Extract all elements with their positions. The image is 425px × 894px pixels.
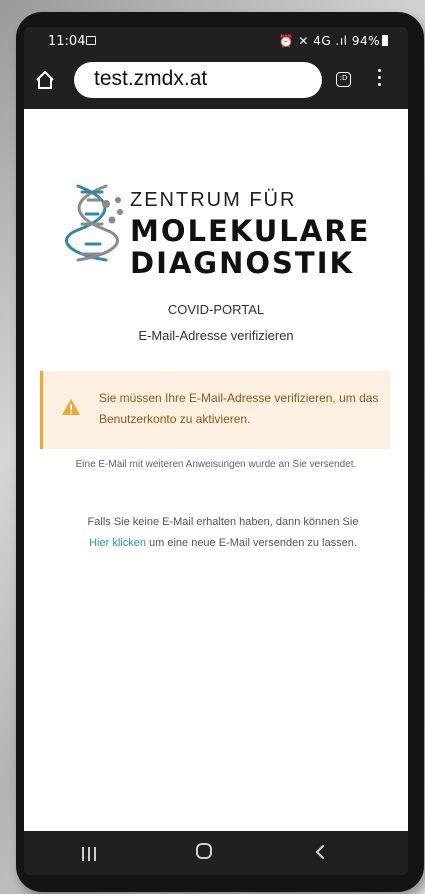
logo-text-line2: MOLEKULARE — [130, 214, 371, 248]
battery-icon — [382, 35, 388, 46]
browser-toolbar: test.zmdx.at :D — [24, 59, 408, 105]
back-icon[interactable] — [314, 843, 326, 861]
tabs-count: :D — [339, 74, 348, 82]
warning-icon — [62, 399, 80, 415]
warning-alert: Sie müssen Ihre E-Mail-Adresse verifizie… — [40, 371, 390, 449]
portal-title: COVID-PORTAL — [167, 302, 265, 317]
tabs-icon[interactable]: :D — [336, 72, 351, 87]
status-indicators: ⏰ ✕ 4G .ıl 94% — [278, 34, 380, 48]
url-text[interactable]: test.zmdx.at — [94, 67, 207, 91]
alert-message: Sie müssen Ihre E-Mail-Adresse verifizie… — [99, 391, 379, 426]
resend-prefix: Falls Sie keine E-Mail erhalten haben, d… — [87, 516, 359, 528]
address-bar[interactable]: test.zmdx.at — [74, 62, 322, 98]
status-bar: 11:04 ⏰ ✕ 4G .ıl 94% — [24, 27, 408, 57]
page-content: ZENTRUM FÜR MOLEKULARE DIAGNOSTIK COVID-… — [24, 109, 408, 831]
status-time: 11:04 — [48, 34, 86, 49]
more-vert-icon[interactable] — [378, 69, 382, 89]
home-circle-icon[interactable] — [196, 843, 212, 859]
recent-apps-icon[interactable] — [82, 846, 100, 861]
resend-link[interactable]: Hier klicken — [89, 537, 146, 549]
info-message: Eine E-Mail mit weiteren Anweisungen wur… — [75, 459, 357, 470]
resend-paragraph: Falls Sie keine E-Mail erhalten haben, d… — [58, 512, 388, 554]
page-title: E-Mail-Adresse verifizieren — [138, 328, 294, 343]
logo-text-line1: ZENTRUM FÜR — [130, 189, 297, 211]
resend-suffix: um eine neue E-Mail versenden zu lassen. — [145, 537, 357, 549]
status-icons: ⏰ ✕ 4G .ıl 94% — [279, 34, 388, 48]
phone-screen: 11:04 ⏰ ✕ 4G .ıl 94% test.zmdx.at :D ZEN… — [24, 27, 408, 875]
android-nav-bar — [24, 831, 408, 875]
gallery-icon — [86, 36, 96, 45]
logo-text-line3: DIAGNOSTIK — [130, 246, 354, 280]
home-icon[interactable] — [34, 69, 56, 91]
